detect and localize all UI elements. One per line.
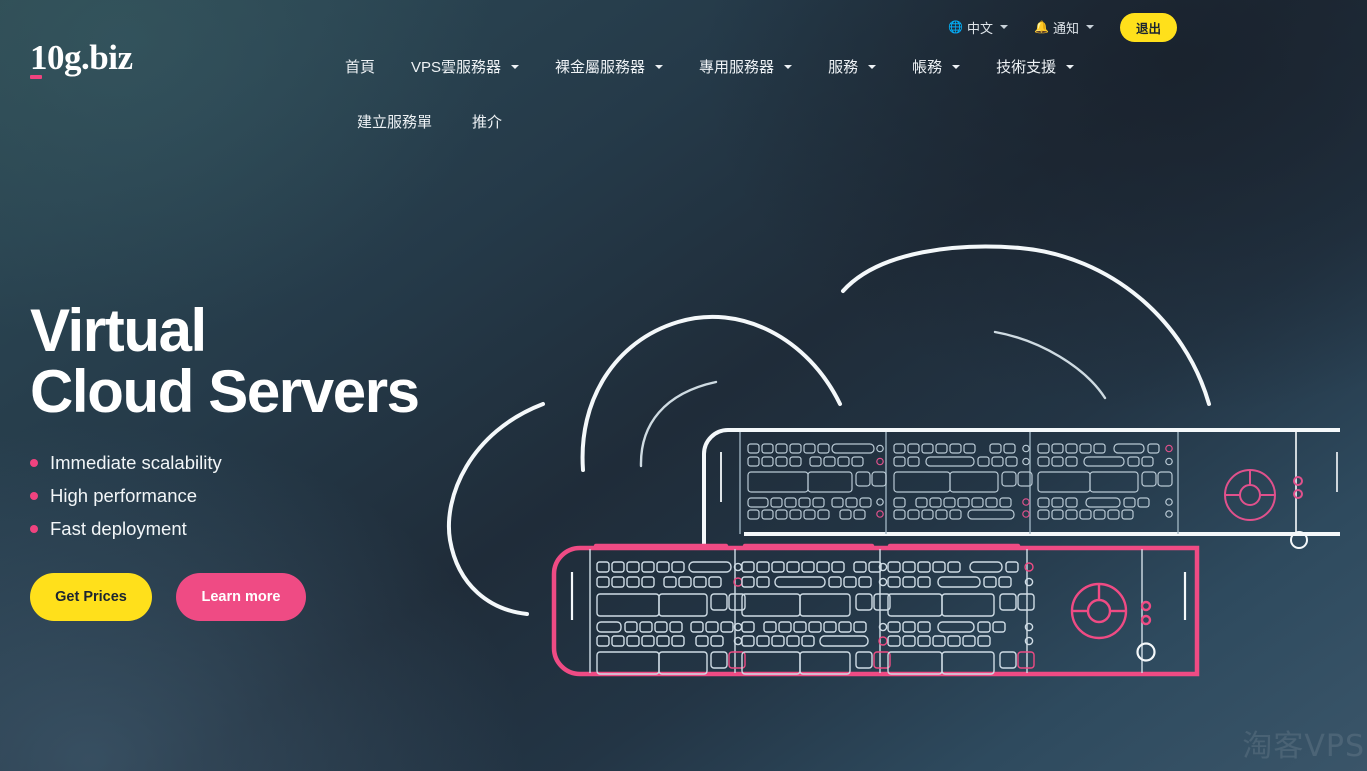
watermark: 淘客VPS	[1242, 729, 1365, 764]
nav-item-referrals[interactable]: 推介	[472, 105, 502, 138]
nav-item-vps-cloud-servers[interactable]: VPS雲服務器	[411, 50, 520, 83]
globe-icon: 🌐	[948, 20, 963, 34]
main-navigation-row2: 建立服務單 推介	[345, 105, 1125, 138]
nav-label: 裸金屬服務器	[555, 59, 646, 76]
nav-item-home[interactable]: 首頁	[345, 50, 375, 83]
logout-button[interactable]: 退出	[1119, 12, 1177, 42]
feature-label: Immediate scalability	[50, 452, 222, 474]
notifications-label: 通知	[1052, 20, 1079, 36]
language-selector[interactable]: 🌐 中文	[948, 18, 1009, 37]
chevron-down-icon	[1000, 25, 1009, 29]
list-item: High performance	[30, 485, 500, 507]
chevron-down-icon	[655, 64, 664, 69]
list-item: Immediate scalability	[30, 452, 500, 474]
site-logo[interactable]: 10g.biz	[30, 38, 133, 77]
main-navigation: 首頁 VPS雲服務器 裸金屬服務器 專用服務器 服務 帳務 技術支援 建立服務單…	[345, 50, 1125, 138]
hero-cta-group: Get Prices Learn more	[30, 573, 500, 622]
notifications-menu[interactable]: 🔔 通知	[1034, 18, 1094, 37]
nav-label: 服務	[828, 59, 859, 76]
nav-item-billing[interactable]: 帳務	[912, 50, 961, 83]
nav-item-create-ticket[interactable]: 建立服務單	[357, 105, 432, 138]
hero-section: Virtual Cloud Servers Immediate scalabil…	[30, 297, 500, 622]
page-title: Virtual Cloud Servers	[30, 297, 500, 426]
nav-label: 建立服務單	[357, 114, 433, 131]
nav-item-bare-metal-servers[interactable]: 裸金屬服務器	[555, 50, 664, 83]
bell-icon: 🔔	[1034, 20, 1049, 34]
bullet-icon	[30, 525, 38, 534]
nav-label: 推介	[472, 114, 503, 131]
nav-item-dedicated-servers[interactable]: 專用服務器	[699, 50, 793, 83]
get-prices-button[interactable]: Get Prices	[30, 573, 152, 622]
bullet-icon	[30, 492, 38, 501]
nav-label: VPS雲服務器	[411, 59, 502, 76]
chevron-down-icon	[784, 64, 793, 69]
nav-label: 技術支援	[996, 59, 1057, 76]
nav-label: 帳務	[912, 59, 943, 76]
learn-more-button[interactable]: Learn more	[176, 573, 306, 622]
chevron-down-icon	[1085, 25, 1094, 29]
chevron-down-icon	[952, 64, 961, 69]
nav-label: 首頁	[345, 59, 376, 76]
top-utility-bar: 🌐 中文 🔔 通知 退出	[948, 0, 1367, 54]
hero-feature-list: Immediate scalability High performance F…	[30, 452, 500, 540]
list-item: Fast deployment	[30, 518, 500, 540]
nav-item-services[interactable]: 服務	[828, 50, 877, 83]
chevron-down-icon	[868, 64, 877, 69]
nav-item-technical-support[interactable]: 技術支援	[996, 50, 1075, 83]
chevron-down-icon	[1066, 64, 1075, 69]
feature-label: High performance	[50, 485, 198, 507]
logo-text: 10g.biz	[30, 38, 133, 77]
chevron-down-icon	[511, 64, 520, 69]
hero-title-line-1: Virtual	[30, 297, 207, 364]
nav-label: 專用服務器	[699, 59, 775, 76]
feature-label: Fast deployment	[50, 518, 187, 540]
language-label: 中文	[967, 20, 994, 36]
bullet-icon	[30, 459, 38, 468]
hero-title-line-2: Cloud Servers	[30, 358, 420, 426]
